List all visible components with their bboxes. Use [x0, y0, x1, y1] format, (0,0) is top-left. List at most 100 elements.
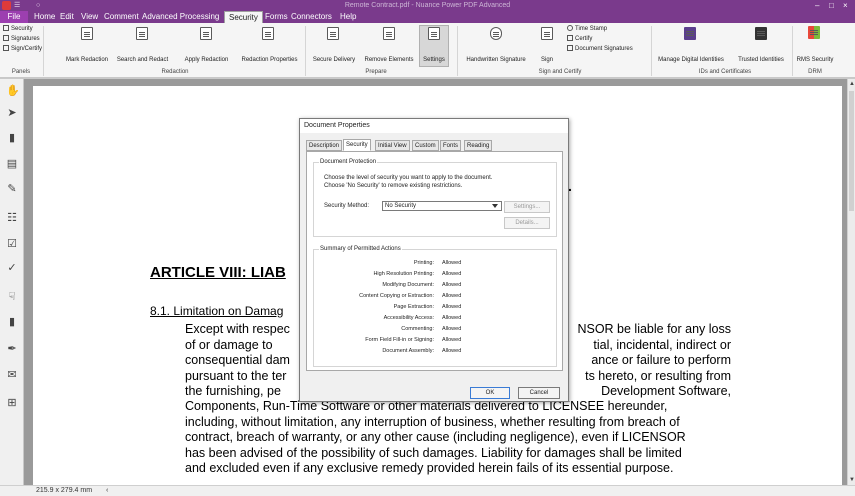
tab-description[interactable]: Description [306, 140, 343, 151]
document-signatures-icon [567, 45, 573, 51]
tab-security[interactable]: Security [224, 11, 263, 23]
permission-row: Printing: Allowed [413, 260, 462, 266]
paragraph-line: has been advised of the possibility of s… [185, 445, 682, 460]
bookmark-icon[interactable]: ▮ [6, 132, 18, 144]
tab-comment[interactable]: Comment [100, 11, 143, 23]
group-label-prepare: Prepare [365, 69, 387, 75]
panel-signatures-button[interactable]: Signatures [3, 35, 40, 42]
scroll-up-icon[interactable]: ▲ [849, 81, 855, 87]
certify-icon [567, 35, 573, 41]
status-bar: 215.9 x 279.4 mm ‹ [0, 485, 855, 496]
paragraph-left-fragments: Except with respec of or damage to conse… [185, 322, 290, 400]
layers-icon[interactable]: ☷ [6, 212, 18, 224]
paragraph-full-lines: Components, Run-Time Software or other m… [185, 399, 731, 477]
time-stamp-button[interactable]: Time Stamp [567, 25, 607, 32]
paragraph-line: tial, incidental, indirect or [593, 337, 731, 352]
tab-reading[interactable]: Reading [464, 140, 493, 151]
document-signatures-button[interactable]: Document Signatures [567, 45, 633, 52]
permission-row: Accessibility Access: Allowed [383, 315, 462, 321]
paragraph-line: ance or failure to perform [591, 353, 731, 367]
signature-icon[interactable]: ✒ [6, 343, 18, 355]
tab-home[interactable]: Home [30, 11, 59, 23]
lock-icon[interactable]: ▮ [6, 316, 18, 328]
tab-connectors[interactable]: Connectors [287, 11, 336, 23]
mark-redaction-icon [81, 27, 93, 40]
page-size-readout: 215.9 x 279.4 mm [36, 487, 93, 494]
tab-edit[interactable]: Edit [56, 11, 78, 23]
tab-fonts[interactable]: Fonts [440, 140, 462, 151]
paragraph-line: Development Software, [601, 384, 731, 398]
vertical-scrollbar[interactable]: ▲ ▼ [847, 79, 855, 485]
ribbon: Security Signatures Sign/Certify Panels … [0, 23, 855, 78]
redaction-properties-button[interactable]: Redaction Properties [238, 57, 301, 63]
checkbox-icon[interactable]: ☑ [6, 238, 18, 250]
permission-row: Page Extraction: Allowed [393, 304, 462, 310]
pointer-icon[interactable]: ➤ [6, 107, 18, 119]
stamp-icon[interactable]: ☟ [6, 291, 18, 303]
trusted-identities-button[interactable]: Trusted Identities [731, 57, 791, 63]
tab-view[interactable]: View [77, 11, 102, 23]
details-button[interactable]: Details... [504, 217, 550, 229]
ok-button[interactable]: OK [470, 387, 510, 399]
envelope-icon[interactable]: ✉ [6, 369, 18, 381]
tab-custom[interactable]: Custom [412, 140, 439, 151]
dialog-title: Document Properties [300, 119, 568, 133]
clock-icon [567, 25, 573, 31]
settings-button[interactable]: Settings [421, 57, 447, 63]
permission-row: Commenting: Allowed [401, 326, 462, 332]
search-and-redact-button[interactable]: Search and Redact [116, 57, 169, 63]
maximize-button[interactable]: □ [829, 0, 834, 11]
apply-redaction-button[interactable]: Apply Redaction [180, 57, 233, 63]
add-page-icon[interactable]: ⊞ [6, 397, 18, 409]
search-redact-icon [136, 27, 148, 40]
panel-sign-certify-button[interactable]: Sign/Certify [3, 45, 42, 52]
paragraph-line: pursuant to the ter [185, 368, 287, 383]
tab-advanced-processing[interactable]: Advanced Processing [138, 11, 223, 23]
ribbon-divider [457, 26, 458, 76]
tab-initial-view[interactable]: Initial View [375, 140, 410, 151]
redaction-properties-icon [262, 27, 274, 40]
trusted-identities-icon [755, 27, 767, 40]
security-method-label: Security Method: [324, 203, 370, 209]
remove-elements-icon [383, 27, 395, 40]
paragraph-line: Except with respec [185, 322, 290, 336]
pages-icon[interactable]: ▤ [6, 158, 18, 170]
identities-icon [684, 27, 696, 40]
group-label-redaction: Redaction [161, 69, 189, 75]
panel-security-button[interactable]: Security [3, 25, 33, 32]
secure-delivery-icon [327, 27, 339, 40]
group-label-sign-and-certify: Sign and Certify [538, 69, 582, 75]
group-label-panels: Panels [11, 69, 31, 75]
sign-icon [541, 27, 553, 40]
tab-file[interactable]: File [0, 11, 28, 23]
certify-icon [3, 45, 9, 51]
article-heading: ARTICLE VIII: LIAB [150, 264, 286, 281]
mark-redaction-button[interactable]: Mark Redaction [62, 57, 112, 63]
paragraph-line: and excluded even if any exclusive remed… [185, 461, 674, 475]
manage-digital-identities-button[interactable]: Manage Digital Identities [653, 57, 729, 63]
security-method-select[interactable]: No Security [382, 201, 502, 211]
minimize-button[interactable]: – [815, 0, 819, 11]
scroll-down-icon[interactable]: ▼ [849, 477, 855, 483]
scroll-left-icon[interactable]: ‹ [106, 486, 108, 496]
sign-button[interactable]: Sign [537, 57, 557, 63]
close-button[interactable]: × [843, 0, 848, 11]
certify-button[interactable]: Certify [567, 35, 592, 42]
hand-icon[interactable]: ✋ [6, 85, 20, 97]
settings-button[interactable]: Settings... [504, 201, 550, 213]
attachment-icon[interactable]: ✎ [6, 183, 18, 195]
permission-row: Document Assembly: Allowed [382, 348, 462, 354]
scroll-thumb[interactable] [849, 91, 854, 211]
check-icon[interactable]: ✓ [6, 262, 18, 274]
cancel-button[interactable]: Cancel [518, 387, 560, 399]
handwritten-signature-button[interactable]: Handwritten Signature [462, 57, 530, 63]
tab-security[interactable]: Security [343, 139, 371, 151]
remove-elements-button[interactable]: Remove Elements [362, 57, 416, 63]
tab-help[interactable]: Help [336, 11, 360, 23]
paragraph-right-fragments: NSOR be liable for any loss tial, incide… [568, 322, 731, 400]
protection-text: Choose the level of security you want to… [324, 175, 493, 181]
window-title: Remote Contract.pdf - Nuance Power PDF A… [344, 2, 511, 9]
secure-delivery-button[interactable]: Secure Delivery [309, 57, 359, 63]
rms-security-button[interactable]: RMS Security [795, 57, 835, 63]
permission-row: Modifying Document: Allowed [382, 282, 462, 288]
